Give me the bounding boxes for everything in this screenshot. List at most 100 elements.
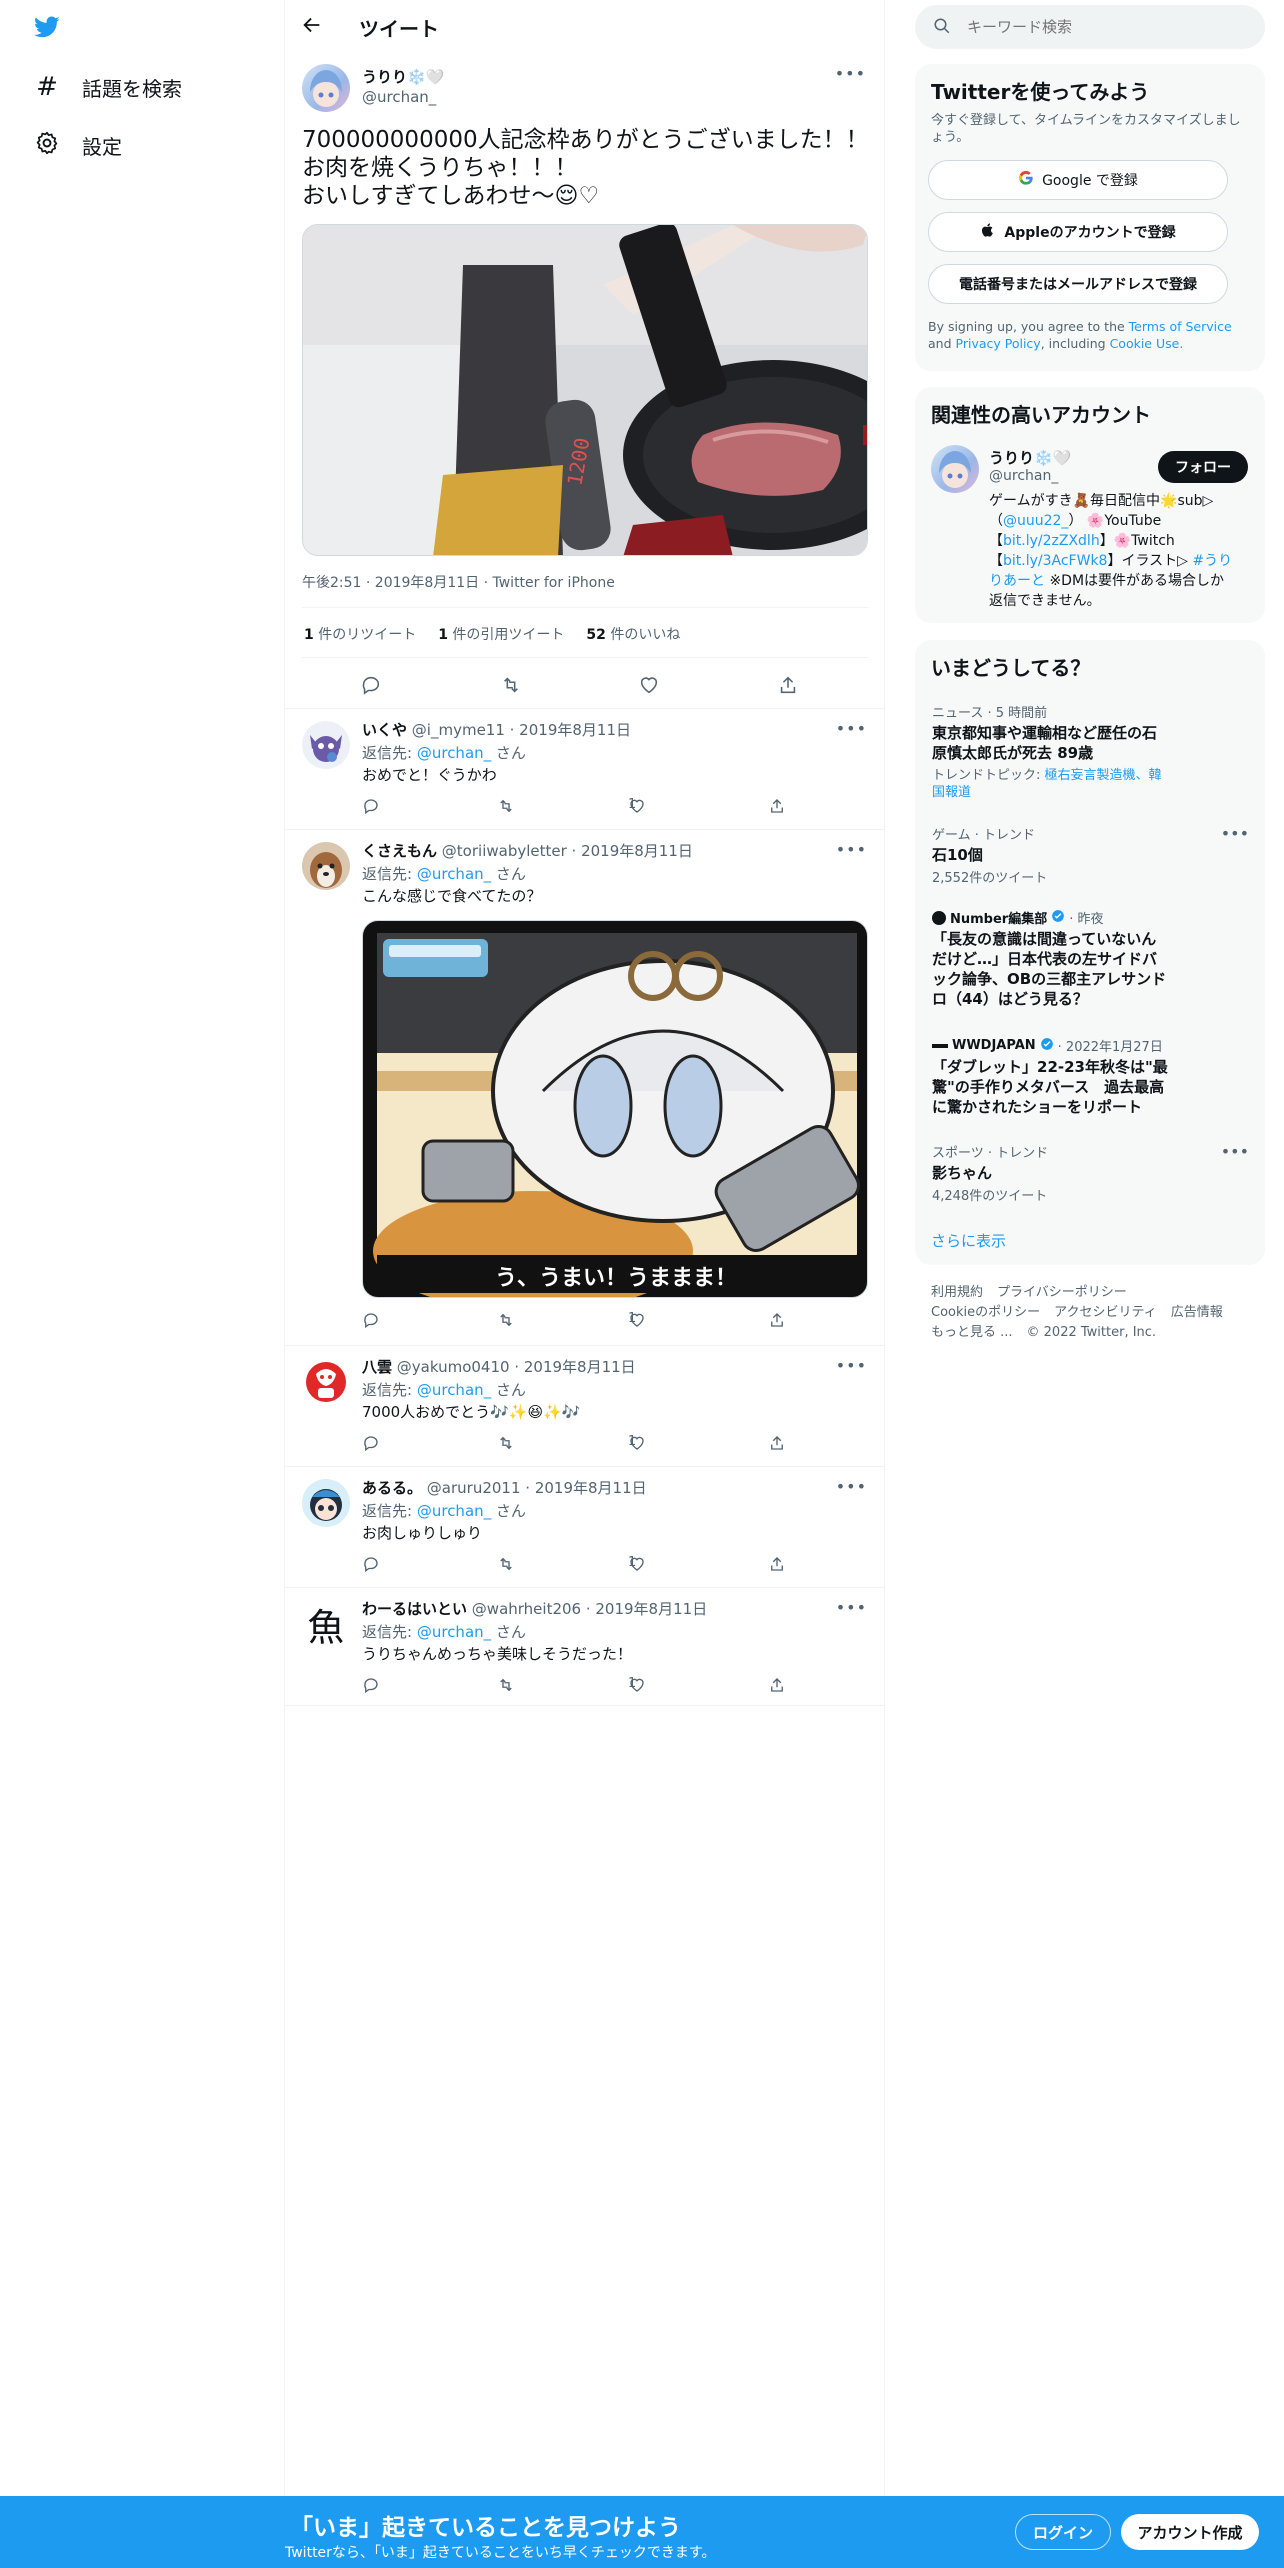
reply-avatar[interactable]	[302, 842, 350, 890]
apple-signup-button[interactable]: Appleのアカウントで登録	[928, 212, 1228, 252]
footer-cookie-link[interactable]: Cookieのポリシー	[931, 1303, 1040, 1323]
retweet-icon[interactable]	[496, 1311, 516, 1329]
likes-stat[interactable]: 52 件のいいね	[586, 624, 680, 644]
bio-link[interactable]: @uuu22_	[1003, 513, 1068, 529]
trend-item[interactable]: WWDJAPAN · 2022年1月27日 「ダブレット」22-23年秋冬は"最…	[932, 1036, 1252, 1117]
tweet-timestamp[interactable]: 午後2:51 · 2019年8月11日 · Twitter for iPhone	[302, 572, 615, 592]
reply-author[interactable]: いくや @i_myme11 · 2019年8月11日	[362, 719, 631, 740]
share-icon[interactable]	[777, 674, 799, 700]
bio-hashtag[interactable]: りあーと	[989, 573, 1045, 589]
like-button[interactable]: 1	[628, 1555, 646, 1573]
reply-avatar[interactable]	[302, 1358, 350, 1406]
reply-avatar[interactable]	[302, 1479, 350, 1527]
more-options-icon[interactable]: •••	[1221, 1142, 1249, 1161]
reply-icon[interactable]	[362, 1311, 380, 1329]
retweet-icon[interactable]	[499, 674, 523, 700]
reply-tweet[interactable]: あるる。 @aruru2011 · 2019年8月11日 ••• 返信先: @u…	[285, 1467, 885, 1588]
footer-ads-link[interactable]: 広告情報	[1171, 1303, 1223, 1323]
reply-tweet[interactable]: いくや @i_myme11 · 2019年8月11日 ••• 返信先: @urc…	[285, 709, 885, 830]
related-name[interactable]: うりり❄️🤍	[989, 447, 1071, 468]
quotes-stat[interactable]: 1 件の引用ツイート	[438, 624, 564, 644]
footer-more-link[interactable]: もっと見る ...	[931, 1323, 1013, 1343]
more-options-icon[interactable]: •••	[835, 64, 866, 83]
reply-icon[interactable]	[362, 1676, 380, 1694]
trend-item[interactable]: スポーツ · トレンド 影ちゃん 4,248件のツイート	[932, 1142, 1252, 1204]
share-icon[interactable]	[768, 797, 786, 815]
author-name[interactable]: うりり❄️🤍	[362, 66, 444, 87]
reply-image[interactable]: う、うまい！うままま！	[362, 920, 868, 1298]
more-options-icon[interactable]: •••	[1221, 824, 1249, 843]
follow-button[interactable]: フォロー	[1158, 451, 1248, 483]
nav-settings[interactable]: 設定	[34, 130, 122, 161]
reply-to-link[interactable]: @urchan_	[417, 1502, 491, 1520]
reply-to-link[interactable]: @urchan_	[417, 1381, 491, 1399]
reply-to-link[interactable]: @urchan_	[417, 1623, 491, 1641]
reply-icon[interactable]	[362, 1434, 380, 1452]
reply-icon[interactable]	[362, 797, 380, 815]
google-signup-button[interactable]: Google で登録	[928, 160, 1228, 200]
retweets-stat[interactable]: 1 件のリツイート	[304, 624, 416, 644]
reply-author[interactable]: くさえもん @toriiwabyletter · 2019年8月11日	[362, 840, 693, 861]
trend-item[interactable]: ニュース · 5 時間前 東京都知事や運輸相など歴任の石 原慎太郎氏が死去 89歳…	[932, 702, 1252, 801]
search-input[interactable]	[967, 15, 1247, 39]
more-options-icon[interactable]: •••	[836, 719, 867, 738]
reply-author[interactable]: あるる。 @aruru2011 · 2019年8月11日	[362, 1477, 647, 1498]
privacy-link[interactable]: Privacy Policy	[956, 336, 1041, 351]
tweet-photo[interactable]: 1200	[302, 224, 868, 556]
back-arrow-icon[interactable]	[301, 14, 323, 36]
reply-tweet[interactable]: 魚 わーるはいとい @wahrheit206 · 2019年8月11日 ••• …	[285, 1588, 885, 1706]
retweet-icon[interactable]	[496, 1434, 516, 1452]
more-options-icon[interactable]: •••	[836, 1356, 867, 1375]
cookie-link[interactable]: Cookie Use.	[1110, 336, 1184, 351]
trends-title: いまどうしてる？	[931, 656, 1091, 680]
more-options-icon[interactable]: •••	[836, 840, 867, 859]
reply-avatar[interactable]: 魚	[302, 1600, 350, 1648]
trend-meta: ニュース · 5 時間前	[932, 706, 1048, 721]
retweet-icon[interactable]	[496, 1555, 516, 1573]
share-icon[interactable]	[768, 1311, 786, 1329]
reply-author[interactable]: 八雲 @yakumo0410 · 2019年8月11日	[362, 1356, 636, 1377]
like-icon[interactable]	[638, 674, 660, 700]
reply-to-link[interactable]: @urchan_	[417, 744, 491, 762]
create-account-button[interactable]: アカウント作成	[1121, 2514, 1259, 2550]
related-avatar[interactable]	[931, 445, 979, 493]
trend-title: 東京都知事や運輸相など歴任の石 原慎太郎氏が死去 89歳	[932, 724, 1158, 762]
reply-icon[interactable]	[360, 674, 382, 700]
retweet-icon[interactable]	[496, 1676, 516, 1694]
reply-avatar[interactable]	[302, 721, 350, 769]
like-button[interactable]: 1	[628, 1676, 646, 1694]
share-icon[interactable]	[768, 1434, 786, 1452]
footer-privacy-link[interactable]: プライバシーポリシー	[997, 1283, 1127, 1303]
trend-topic: トレンドトピック: 極右妄言製造機、韓 国報道	[932, 768, 1162, 800]
login-button[interactable]: ログイン	[1015, 2514, 1111, 2550]
reply-to-link[interactable]: @urchan_	[417, 865, 491, 883]
retweet-icon[interactable]	[496, 797, 516, 815]
like-button[interactable]: 1	[628, 797, 646, 815]
nav-explore[interactable]: # 話題を検索	[34, 72, 182, 102]
reply-tweet[interactable]: 八雲 @yakumo0410 · 2019年8月11日 ••• 返信先: @ur…	[285, 1346, 885, 1467]
phone-email-signup-button[interactable]: 電話番号またはメールアドレスで登録	[928, 264, 1228, 304]
bio-hashtag[interactable]: #うり	[1192, 553, 1232, 569]
like-button[interactable]: 1	[628, 1311, 646, 1329]
footer-terms-link[interactable]: 利用規約	[931, 1283, 983, 1303]
like-button[interactable]: 1	[628, 1434, 646, 1452]
trend-item[interactable]: Number編集部 · 昨夜 「長友の意識は間違っていないん だけど…」日本代表の…	[932, 908, 1252, 1009]
bio-link[interactable]: bit.ly/2zZXdlh	[1003, 533, 1100, 549]
bio-link[interactable]: bit.ly/3AcFWk8	[1003, 553, 1107, 569]
share-icon[interactable]	[768, 1555, 786, 1573]
share-icon[interactable]	[768, 1676, 786, 1694]
show-more-link[interactable]: さらに表示	[931, 1230, 1006, 1251]
related-handle[interactable]: @urchan_	[989, 468, 1058, 484]
more-options-icon[interactable]: •••	[836, 1598, 867, 1617]
reply-icon[interactable]	[362, 1555, 380, 1573]
terms-link[interactable]: Terms of Service	[1129, 319, 1232, 334]
search-box[interactable]	[915, 5, 1265, 49]
trend-item[interactable]: ゲーム · トレンド 石10個 2,552件のツイート	[932, 824, 1252, 886]
footer-accessibility-link[interactable]: アクセシビリティ	[1054, 1303, 1157, 1323]
reply-tweet[interactable]: くさえもん @toriiwabyletter · 2019年8月11日 ••• …	[285, 830, 885, 1346]
reply-author[interactable]: わーるはいとい @wahrheit206 · 2019年8月11日	[362, 1598, 707, 1619]
author-handle[interactable]: @urchan_	[362, 88, 436, 106]
twitter-logo-icon[interactable]	[32, 14, 62, 44]
more-options-icon[interactable]: •••	[836, 1477, 867, 1496]
author-avatar[interactable]	[302, 64, 350, 112]
